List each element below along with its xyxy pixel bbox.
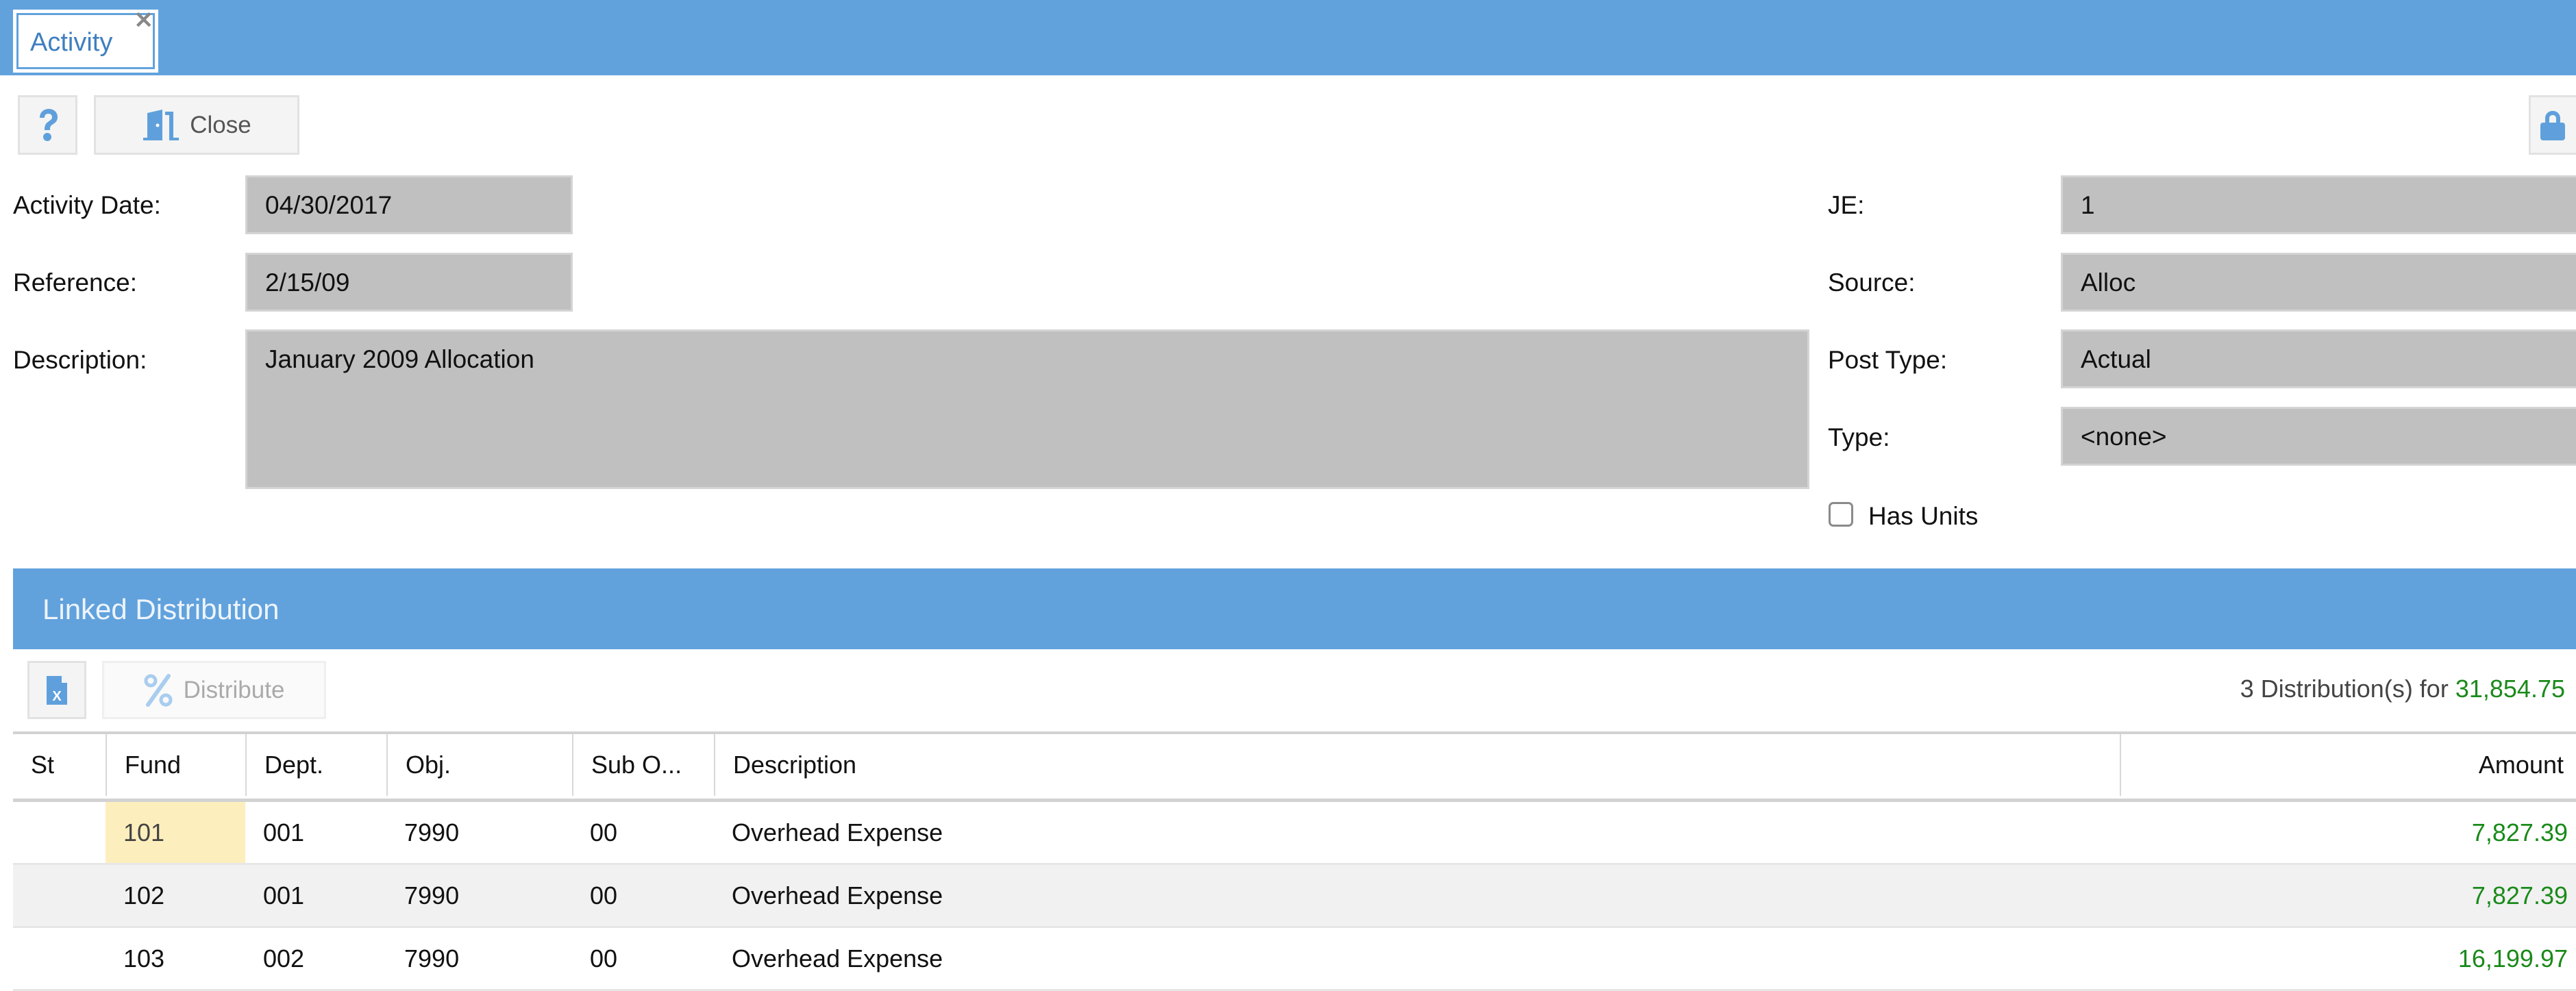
cell-fund[interactable]: 101 xyxy=(106,802,245,863)
help-button[interactable] xyxy=(18,95,77,155)
column-header-dept[interactable]: Dept. xyxy=(245,734,386,796)
cell-st xyxy=(13,865,106,926)
cell-sub-obj[interactable]: 00 xyxy=(572,865,714,926)
cell-amount[interactable]: 16,199.97 xyxy=(2120,928,2576,989)
distribution-table: St Fund Dept. Obj. Sub O... Description … xyxy=(13,731,2576,991)
close-button-label: Close xyxy=(190,111,251,138)
close-icon[interactable]: ✕ xyxy=(134,9,154,32)
cell-description[interactable]: Overhead Expense xyxy=(714,928,2120,989)
cell-obj[interactable]: 7990 xyxy=(386,802,572,863)
post-type-field[interactable]: Actual xyxy=(2061,329,2576,388)
door-exit-icon xyxy=(143,109,179,140)
has-units-checkbox[interactable] xyxy=(1829,502,1853,527)
distribution-summary: 3 Distribution(s) for 31,854.75 xyxy=(2240,675,2565,703)
je-label: JE: xyxy=(1828,191,1865,219)
cell-sub-obj[interactable]: 00 xyxy=(572,802,714,863)
cell-st xyxy=(13,928,106,989)
has-units-label: Has Units xyxy=(1868,502,1979,530)
summary-prefix: 3 Distribution(s) for xyxy=(2240,675,2449,703)
column-header-description[interactable]: Description xyxy=(714,734,2120,796)
activity-date-label: Activity Date: xyxy=(13,191,161,219)
lock-button[interactable] xyxy=(2529,95,2576,155)
table-row[interactable]: 101 001 7990 00 Overhead Expense 7,827.3… xyxy=(13,802,2576,865)
distribute-label: Distribute xyxy=(183,676,285,703)
description-field[interactable]: January 2009 Allocation xyxy=(245,329,1809,489)
export-excel-button[interactable]: X xyxy=(27,661,86,719)
percent-icon xyxy=(144,673,173,707)
cell-dept[interactable]: 001 xyxy=(245,865,386,926)
cell-fund[interactable]: 103 xyxy=(106,928,245,989)
svg-text:X: X xyxy=(52,689,62,704)
column-header-fund[interactable]: Fund xyxy=(106,734,245,796)
je-field[interactable]: 1 xyxy=(2061,175,2576,234)
type-label: Type: xyxy=(1828,423,1890,451)
section-title: Linked Distribution xyxy=(42,593,280,625)
cell-description[interactable]: Overhead Expense xyxy=(714,802,2120,863)
top-tab-bar xyxy=(0,0,2576,75)
cell-description[interactable]: Overhead Expense xyxy=(714,865,2120,926)
post-type-label: Post Type: xyxy=(1828,346,1948,374)
summary-total: 31,854.75 xyxy=(2455,675,2565,703)
cell-sub-obj[interactable]: 00 xyxy=(572,928,714,989)
column-header-st[interactable]: St xyxy=(13,734,106,796)
column-header-amount[interactable]: Amount xyxy=(2120,734,2576,796)
cell-amount[interactable]: 7,827.39 xyxy=(2120,865,2576,926)
excel-export-icon: X xyxy=(47,675,67,705)
table-header: St Fund Dept. Obj. Sub O... Description … xyxy=(13,731,2576,802)
cell-dept[interactable]: 002 xyxy=(245,928,386,989)
lock-icon xyxy=(2540,110,2565,140)
source-field[interactable]: Alloc xyxy=(2061,253,2576,312)
tab-activity[interactable]: Activity ✕ xyxy=(13,9,158,73)
tab-label: Activity xyxy=(30,28,113,57)
question-icon xyxy=(39,108,58,141)
close-button[interactable]: Close xyxy=(94,95,299,155)
table-row[interactable]: 103 002 7990 00 Overhead Expense 16,199.… xyxy=(13,928,2576,991)
column-header-sub-obj[interactable]: Sub O... xyxy=(572,734,714,796)
cell-amount[interactable]: 7,827.39 xyxy=(2120,802,2576,863)
reference-label: Reference: xyxy=(13,268,137,297)
linked-distribution-header: Linked Distribution xyxy=(13,568,2576,649)
type-field[interactable]: <none> xyxy=(2061,407,2576,466)
cell-fund[interactable]: 102 xyxy=(106,865,245,926)
cell-obj[interactable]: 7990 xyxy=(386,928,572,989)
description-label: Description: xyxy=(13,346,147,374)
activity-date-field[interactable]: 04/30/2017 xyxy=(245,175,573,234)
cell-st xyxy=(13,802,106,863)
distribute-button[interactable]: Distribute xyxy=(102,661,326,719)
reference-field[interactable]: 2/15/09 xyxy=(245,253,573,312)
cell-obj[interactable]: 7990 xyxy=(386,865,572,926)
table-row[interactable]: 102 001 7990 00 Overhead Expense 7,827.3… xyxy=(13,865,2576,928)
source-label: Source: xyxy=(1828,268,1916,297)
cell-dept[interactable]: 001 xyxy=(245,802,386,863)
column-header-obj[interactable]: Obj. xyxy=(386,734,572,796)
